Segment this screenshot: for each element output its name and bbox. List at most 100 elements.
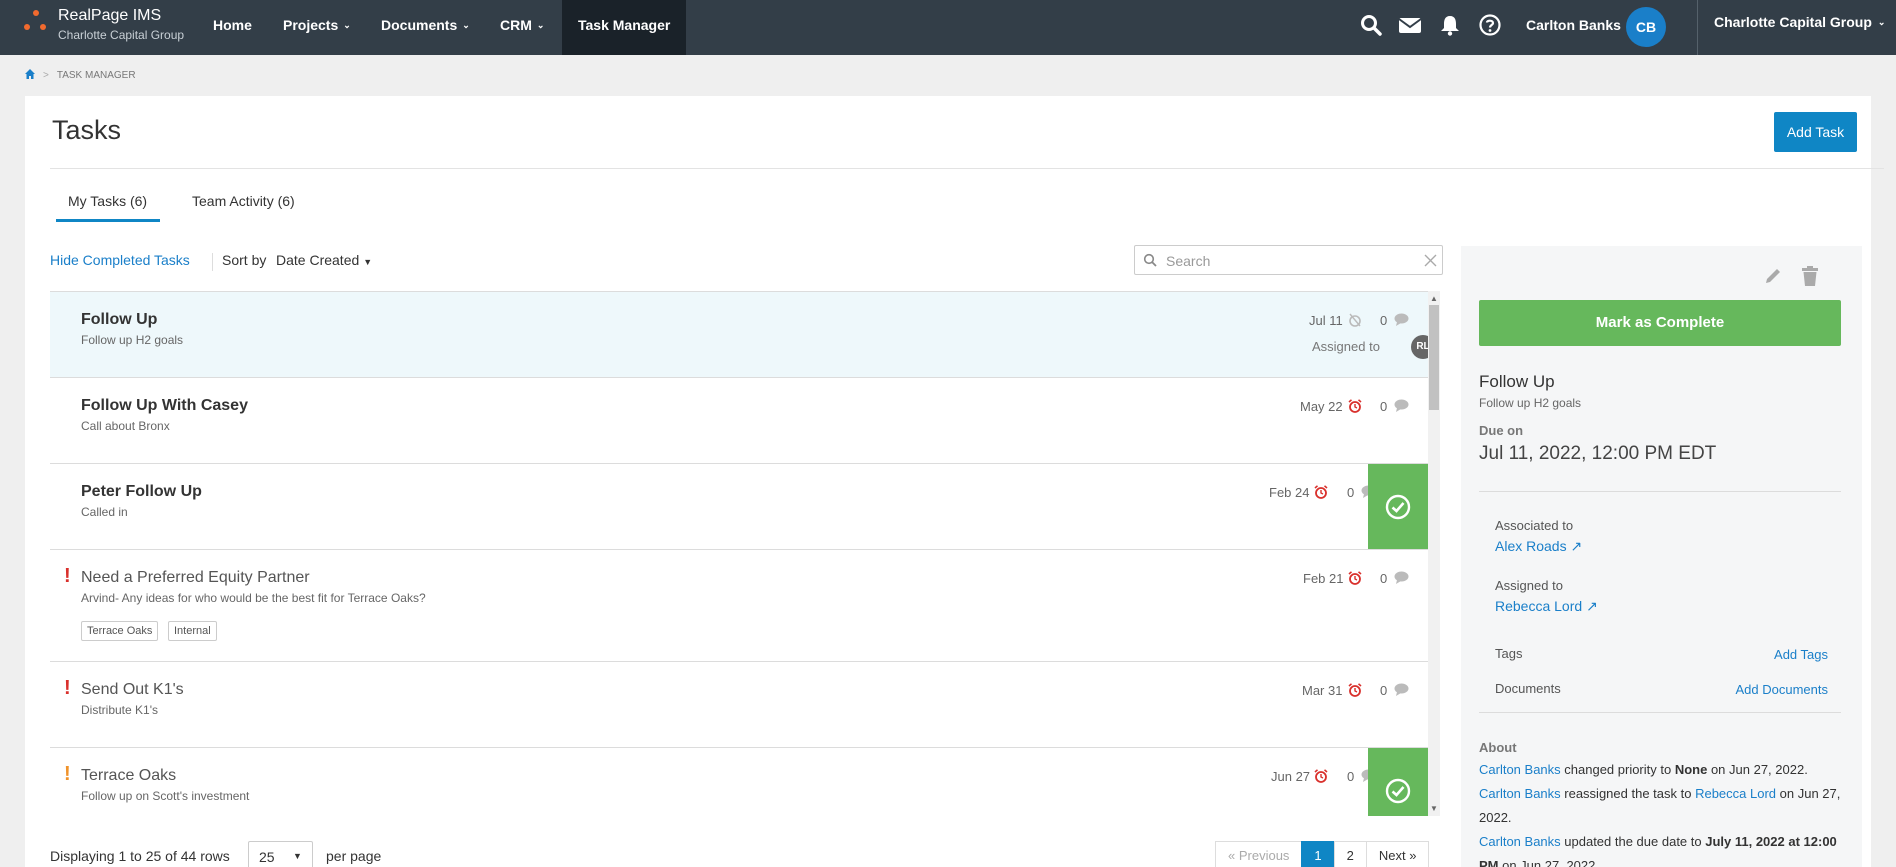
activity-user-link[interactable]: Carlton Banks [1479, 786, 1561, 801]
task-subtitle: Called in [81, 505, 128, 519]
sort-dropdown[interactable]: Date Created ▼ [276, 252, 372, 268]
activity-text: reassigned the task to [1560, 786, 1696, 801]
scrollbar-thumb[interactable] [1429, 305, 1439, 410]
assigned-to-value: Rebecca Lord [1495, 598, 1583, 614]
comment-icon [1394, 399, 1409, 412]
page-1-button[interactable]: 1 [1301, 841, 1335, 867]
add-tags-link[interactable]: Add Tags [1774, 647, 1828, 662]
assigned-to-label: Assigned to [1495, 578, 1563, 593]
active-tab-indicator [56, 219, 160, 222]
activity-feed: Carlton Banks changed priority to None o… [1479, 758, 1841, 867]
page-title: Tasks [52, 115, 122, 145]
task-row-follow-up[interactable]: Follow Up Follow up H2 goals Jul 11 0 As… [50, 291, 1435, 377]
home-icon[interactable] [25, 69, 35, 79]
task-row-follow-up-with-casey[interactable]: Follow Up With Casey Call about Bronx Ma… [50, 377, 1428, 463]
user-name[interactable]: Carlton Banks [1526, 17, 1621, 33]
divider [1479, 491, 1841, 492]
priority-high-icon: ! [64, 565, 71, 587]
avatar[interactable]: CB [1626, 7, 1666, 47]
breadcrumb-separator-icon: > [43, 70, 49, 81]
task-list-scrollbar[interactable]: ▲ ▼ [1428, 291, 1440, 816]
alarm-icon [1314, 485, 1328, 499]
sort-value: Date Created [276, 252, 360, 268]
priority-medium-icon: ! [64, 763, 71, 785]
task-row-preferred-equity[interactable]: ! Need a Preferred Equity Partner Arvind… [50, 549, 1428, 661]
search-input[interactable]: Search [1134, 245, 1443, 275]
task-tag: Internal [168, 621, 217, 641]
activity-assignee-link[interactable]: Rebecca Lord [1695, 786, 1776, 801]
trash-icon[interactable] [1801, 266, 1819, 286]
per-page-select[interactable]: 25 ▼ [248, 841, 313, 867]
company-switcher[interactable]: Charlotte Capital Group ⌄ [1714, 14, 1885, 30]
nav-crm[interactable]: CRM ⌄ [500, 0, 544, 55]
app-name: RealPage IMS [58, 7, 162, 24]
search-icon [1143, 253, 1157, 267]
chevron-down-icon: ⌄ [1877, 17, 1886, 27]
check-circle-icon [1385, 494, 1411, 520]
activity-item: Carlton Banks changed priority to None o… [1479, 758, 1841, 782]
activity-date: on Jun 27, 2022. [1707, 762, 1808, 777]
task-due-date: Jul 11 [1309, 313, 1343, 328]
scroll-down-icon[interactable]: ▼ [1430, 804, 1438, 813]
detail-subtitle: Follow up H2 goals [1479, 396, 1582, 410]
nav-task-manager-label: Task Manager [578, 17, 671, 33]
divider [1479, 712, 1841, 713]
task-subtitle: Call about Bronx [81, 419, 170, 433]
alarm-icon [1348, 683, 1362, 697]
chevron-down-icon: ⌄ [462, 20, 470, 30]
associated-to-label: Associated to [1495, 518, 1574, 533]
associated-to-link[interactable]: Alex Roads ↗ [1495, 538, 1582, 555]
caret-down-icon: ▼ [363, 257, 373, 267]
nav-home[interactable]: Home [213, 0, 252, 55]
activity-user-link[interactable]: Carlton Banks [1479, 834, 1561, 849]
brand[interactable]: RealPage IMS Charlotte Capital Group [58, 7, 184, 42]
nav-crm-label: CRM [500, 17, 532, 33]
mark-as-complete-button[interactable]: Mark as Complete [1479, 300, 1841, 346]
comment-icon [1394, 571, 1409, 584]
activity-text: updated the due date to [1560, 834, 1706, 849]
activity-user-link[interactable]: Carlton Banks [1479, 762, 1561, 777]
add-documents-link[interactable]: Add Documents [1736, 682, 1829, 697]
activity-value: None [1674, 762, 1708, 777]
due-on-label: Due on [1479, 423, 1524, 438]
scroll-up-icon[interactable]: ▲ [1430, 294, 1438, 303]
tab-my-tasks[interactable]: My Tasks (6) [68, 193, 147, 209]
pencil-icon[interactable] [1763, 266, 1783, 286]
help-icon[interactable] [1478, 13, 1502, 37]
completed-check-button[interactable] [1368, 748, 1428, 816]
realpage-logo-icon[interactable] [24, 10, 48, 40]
task-tag: Terrace Oaks [81, 621, 159, 641]
task-row-terrace-oaks[interactable]: ! Terrace Oaks Follow up on Scott's inve… [50, 747, 1428, 816]
task-title: Send Out K1's [81, 681, 184, 698]
completed-check-button[interactable] [1368, 464, 1428, 550]
chevron-down-icon: ⌄ [343, 20, 351, 30]
alarm-icon [1314, 769, 1328, 783]
external-link-icon: ↗ [1570, 538, 1583, 554]
bell-icon[interactable] [1438, 13, 1462, 37]
page-2-button[interactable]: 2 [1333, 841, 1367, 867]
alarm-icon [1348, 399, 1362, 413]
task-row-peter-follow-up[interactable]: Peter Follow Up Called in Feb 24 0 [50, 463, 1428, 550]
add-task-button[interactable]: Add Task [1774, 112, 1857, 152]
divider [212, 253, 213, 271]
task-row-send-out-k1s[interactable]: ! Send Out K1's Distribute K1's Mar 31 0 [50, 661, 1428, 747]
assigned-to-link[interactable]: Rebecca Lord ↗ [1495, 598, 1598, 615]
task-due-date: Feb 21 [1303, 571, 1344, 586]
top-navbar: RealPage IMS Charlotte Capital Group Hom… [0, 0, 1896, 55]
next-page-button[interactable]: Next » [1365, 841, 1430, 867]
mail-icon[interactable] [1398, 13, 1422, 37]
activity-item: Carlton Banks reassigned the task to Reb… [1479, 782, 1841, 830]
nav-projects[interactable]: Projects ⌄ [283, 0, 351, 55]
previous-page-button[interactable]: « Previous [1215, 841, 1303, 867]
clear-icon[interactable] [1423, 253, 1438, 268]
tab-team-activity[interactable]: Team Activity (6) [192, 193, 295, 209]
divider [1697, 0, 1698, 55]
search-icon[interactable] [1359, 13, 1383, 37]
hide-completed-link[interactable]: Hide Completed Tasks [50, 252, 190, 268]
search-placeholder: Search [1166, 253, 1211, 269]
nav-task-manager[interactable]: Task Manager [562, 0, 687, 55]
priority-high-icon: ! [64, 677, 71, 699]
chevron-down-icon: ⌄ [536, 20, 545, 30]
nav-documents[interactable]: Documents ⌄ [381, 0, 470, 55]
per-page-value: 25 [259, 849, 275, 865]
